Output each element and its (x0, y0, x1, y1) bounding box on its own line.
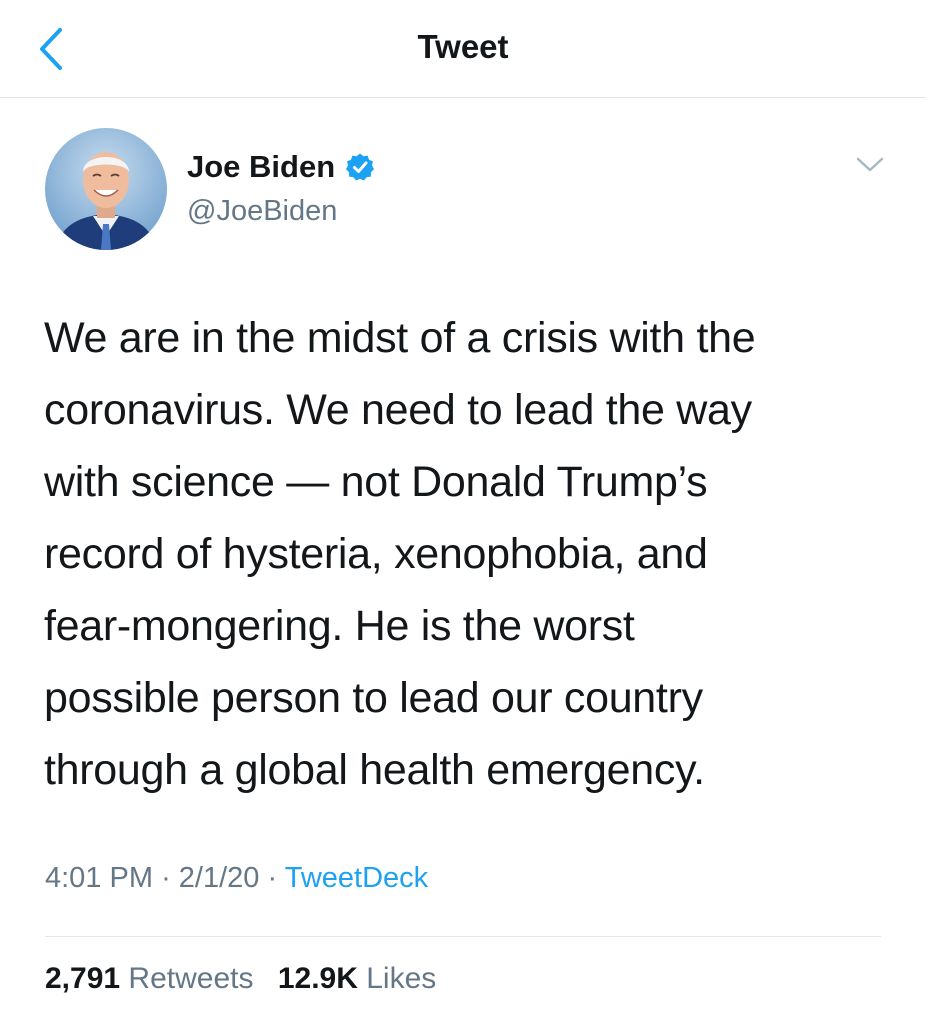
chevron-down-icon (856, 157, 884, 172)
author-handle[interactable]: @JoeBiden (187, 195, 337, 228)
retweets-count: 2,791 (45, 962, 121, 995)
tweet-text-line: We are in the midst of a crisis with the (44, 314, 756, 362)
tweet-source-link[interactable]: TweetDeck (285, 862, 428, 894)
tweet-time: 4:01 PM (45, 862, 153, 894)
likes-count: 12.9K (277, 962, 358, 995)
author-name[interactable]: Joe Biden (187, 147, 375, 187)
author-name-label: Joe Biden (187, 149, 336, 184)
profile-photo (45, 128, 167, 250)
navigation-bar: Tweet (0, 0, 926, 98)
retweets-stat[interactable]: 2,791 Retweets (45, 962, 262, 995)
likes-label: Likes (366, 962, 437, 995)
retweets-label: Retweets (128, 962, 254, 995)
tweet-date: 2/1/20 (178, 862, 260, 894)
tweet-text-line: through a global health emergency. (44, 746, 705, 794)
meta-separator: · (267, 862, 278, 894)
tweet-metadata: 4:01 PM · 2/1/20 · TweetDeck (45, 862, 428, 895)
tweet-text-line: fear-mongering. He is the worst (44, 602, 635, 650)
page-title: Tweet (417, 28, 509, 65)
meta-separator: · (161, 862, 171, 894)
tweet-text-line: with science — not Donald Trump’s (44, 458, 708, 506)
likes-stat[interactable]: 12.9K Likes (278, 962, 436, 995)
tweet-stats: 2,791 Retweets 12.9K Likes (45, 962, 452, 996)
avatar[interactable] (45, 128, 167, 250)
tweet-text-line: record of hysteria, xenophobia, and (44, 530, 708, 578)
divider (45, 936, 881, 937)
tweet-text: We are in the midst of a crisis with the… (44, 302, 904, 806)
tweet-text-line: possible person to lead our country (44, 674, 703, 722)
verified-badge-icon (346, 153, 375, 181)
tweet-text-line: coronavirus. We need to lead the way (44, 386, 752, 434)
more-options-button[interactable] (852, 150, 888, 178)
